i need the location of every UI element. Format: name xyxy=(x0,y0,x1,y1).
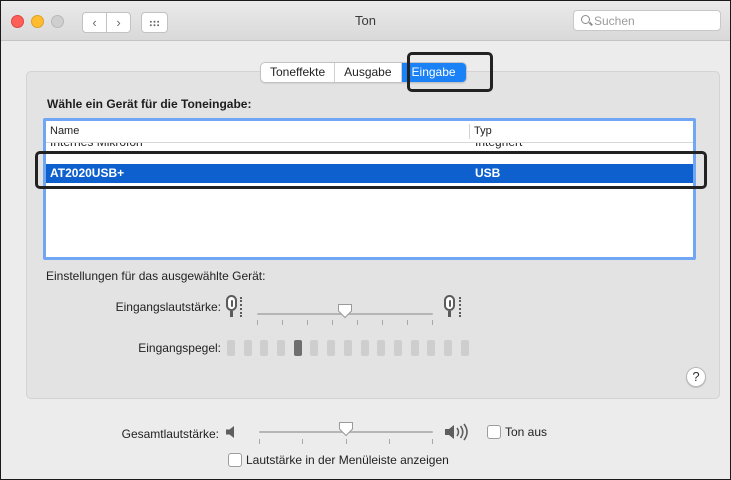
sound-preferences-window: ‹ › Ton Toneffekte Ausgabe Eingabe Wähle… xyxy=(0,0,731,480)
sound-waves-icon xyxy=(459,297,464,317)
input-level-meter xyxy=(227,340,477,356)
mute-checkbox[interactable] xyxy=(487,425,501,439)
title-bar: ‹ › Ton xyxy=(1,1,730,41)
level-segment xyxy=(310,340,319,356)
speaker-high-icon xyxy=(444,423,482,444)
input-device-table[interactable]: Name Typ Internes Mikrofon Integriert AT… xyxy=(43,118,696,260)
show-volume-in-menubar-checkbox[interactable] xyxy=(228,453,242,467)
highlight-frame-selected-device xyxy=(35,151,707,189)
help-button[interactable]: ? xyxy=(686,367,706,387)
level-segment xyxy=(343,340,352,356)
tab-output[interactable]: Ausgabe xyxy=(335,63,402,82)
microphone-low-icon xyxy=(226,295,237,317)
column-header-type[interactable]: Typ xyxy=(474,121,492,142)
level-segment xyxy=(443,340,452,356)
level-segment xyxy=(393,340,402,356)
level-segment xyxy=(360,340,369,356)
column-divider xyxy=(469,124,470,139)
sound-waves-icon xyxy=(240,297,245,317)
column-header-name[interactable]: Name xyxy=(50,121,79,142)
device-settings-heading: Einstellungen für das ausgewählte Gerät: xyxy=(46,269,266,283)
input-volume-ticks xyxy=(257,320,433,326)
output-volume-slider-thumb[interactable] xyxy=(338,421,354,437)
search-field[interactable] xyxy=(573,10,721,31)
output-volume-label: Gesamtlautstärke: xyxy=(121,427,219,441)
input-volume-slider-thumb[interactable] xyxy=(337,303,353,319)
level-segment xyxy=(460,340,469,356)
level-segment xyxy=(377,340,386,356)
level-segment xyxy=(277,340,286,356)
input-level-label: Eingangspegel: xyxy=(138,341,221,355)
tab-sound-effects[interactable]: Toneffekte xyxy=(261,63,336,82)
level-segment xyxy=(243,340,252,356)
search-input[interactable] xyxy=(594,12,714,29)
level-segment xyxy=(427,340,436,356)
search-icon xyxy=(581,15,590,24)
speaker-low-icon xyxy=(225,425,239,442)
device-type: Integriert xyxy=(475,143,522,151)
device-list-heading: Wähle ein Gerät für die Toneingabe: xyxy=(47,97,252,111)
mute-label[interactable]: Ton aus xyxy=(505,425,547,439)
show-volume-in-menubar-label[interactable]: Lautstärke in der Menüleiste anzeigen xyxy=(246,453,449,467)
level-segment xyxy=(327,340,336,356)
level-segment xyxy=(293,340,302,356)
microphone-high-icon xyxy=(444,295,455,317)
level-segment xyxy=(260,340,269,356)
table-row[interactable]: Internes Mikrofon Integriert xyxy=(46,143,693,151)
highlight-frame-input-tab xyxy=(407,52,493,92)
input-volume-label: Eingangslautstärke: xyxy=(115,300,221,314)
device-name: Internes Mikrofon xyxy=(50,143,143,151)
level-segment xyxy=(227,340,235,356)
level-segment xyxy=(410,340,419,356)
output-volume-ticks xyxy=(259,439,433,445)
